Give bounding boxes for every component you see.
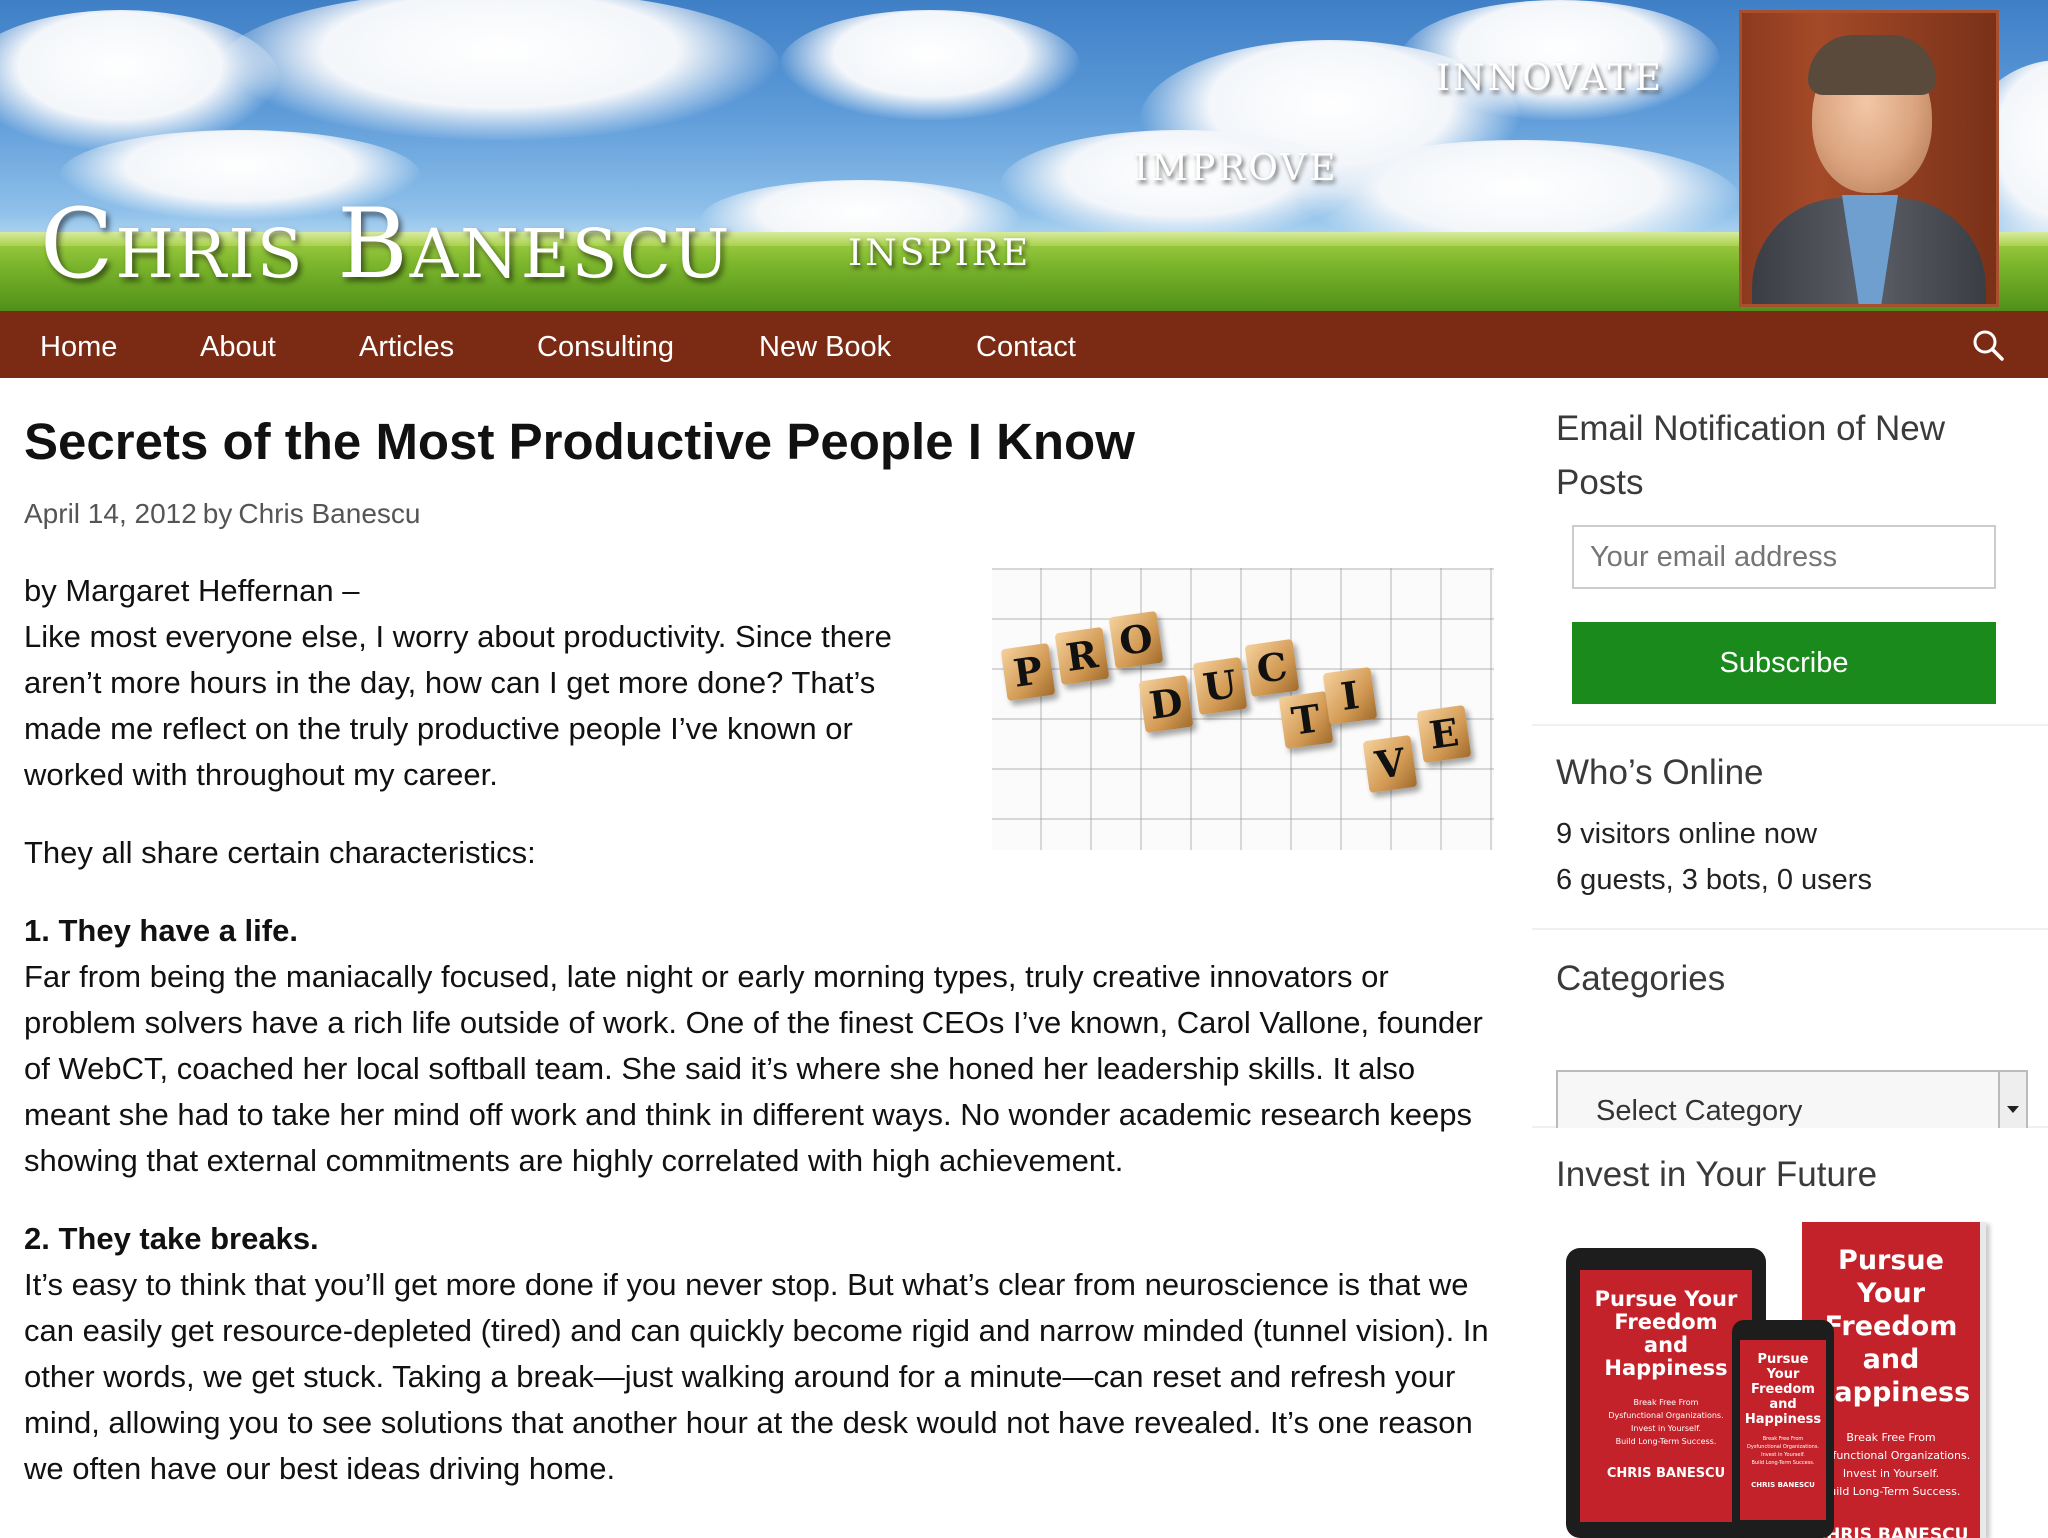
post-author[interactable]: Chris Banescu <box>238 498 420 529</box>
post-title[interactable]: Secrets of the Most Productive People I … <box>24 412 1135 471</box>
tagword-improve: improve <box>1134 133 1339 193</box>
whos-online-widget: Who’s Online 9 visitors online now 6 gue… <box>1532 726 2048 928</box>
book-title-line: Freedom <box>1751 1382 1815 1397</box>
nav-home[interactable]: Home <box>40 331 117 364</box>
nav-new-book[interactable]: New Book <box>759 331 891 364</box>
book-subtitle-line: Invest in Yourself. <box>1631 1424 1701 1433</box>
post-byline: by Margaret Heffernan – <box>24 573 360 608</box>
post-intro: Like most everyone else, I worry about p… <box>24 619 892 792</box>
nav-consulting[interactable]: Consulting <box>537 331 674 364</box>
nav-articles[interactable]: Articles <box>359 331 454 364</box>
book-subtitle-line: Invest in Yourself. <box>1761 1452 1805 1458</box>
post-body: by Margaret Heffernan – Like most everyo… <box>24 568 1504 1524</box>
category-select-value: Select Category <box>1596 1095 1803 1127</box>
sidebar: Email Notification of New Posts Subscrib… <box>1532 378 2048 1538</box>
whos-online-title: Who’s Online <box>1556 753 1764 792</box>
invest-title: Invest in Your Future <box>1556 1155 1878 1194</box>
book-subtitle-line: Dysfunctional Organizations. <box>1746 1444 1820 1450</box>
section-text-1: Far from being the maniacally focused, l… <box>24 959 1483 1178</box>
book-subtitle-line: Build Long-Term Success. <box>1615 1437 1717 1446</box>
online-visitors: 9 visitors online now <box>1556 818 1818 850</box>
online-breakdown: 6 guests, 3 bots, 0 users <box>1556 864 1872 896</box>
post-meta: April 14, 2012 by Chris Banescu <box>24 498 420 530</box>
email-field[interactable] <box>1572 525 1996 589</box>
invest-widget: Invest in Your Future Pursue Your Freedo… <box>1532 1128 2048 1538</box>
book-cover: Pursue Your Freedom and Happiness Break … <box>1580 1270 1752 1522</box>
book-cover: Pursue Your Freedom and Happiness Break … <box>1740 1340 1826 1520</box>
search-icon[interactable] <box>1972 329 2004 361</box>
categories-widget: Categories Select Category <box>1532 930 2048 1152</box>
main-nav: Home About Articles Consulting New Book … <box>0 311 2048 378</box>
post-share: They all share certain characteristics: <box>24 835 536 870</box>
book-author: CHRIS BANESCU <box>1606 1466 1726 1481</box>
book-title-line: Pursue Your <box>1757 1352 1809 1382</box>
email-widget-title: Email Notification of New Posts <box>1556 409 1946 502</box>
book-title-line: Happiness <box>1744 1412 1822 1427</box>
book-title-line: Happiness <box>1604 1356 1728 1380</box>
book-subtitle-line: Build Long-Term Success. <box>1751 1460 1815 1466</box>
section-heading-2: 2. They take breaks. <box>24 1221 319 1256</box>
cloud <box>780 10 1080 120</box>
post-date[interactable]: April 14, 2012 <box>24 498 197 529</box>
section-heading-1: 1. They have a life. <box>24 913 298 948</box>
book-title-line: Pursue Your <box>1594 1287 1738 1311</box>
portrait-hair <box>1808 35 1936 95</box>
book-subtitle-line: Break Free From <box>1762 1436 1804 1442</box>
nav-about[interactable]: About <box>200 331 276 364</box>
book-author: CHRIS BANESCU <box>1751 1481 1815 1489</box>
categories-title: Categories <box>1556 959 1726 998</box>
section-text-2: It’s easy to think that you’ll get more … <box>24 1267 1489 1486</box>
header-banner: Chris Banescu inspire improve innovate <box>0 0 2048 311</box>
post-by: by <box>202 498 233 529</box>
book-subtitle-line: Dysfunctional Organizations. <box>1608 1411 1724 1420</box>
nav-contact[interactable]: Contact <box>976 331 1076 364</box>
tagword-inspire: inspire <box>848 218 1032 278</box>
book-title-line: Pursue Your <box>1838 1245 1944 1309</box>
book-title-line: and <box>1643 1333 1689 1357</box>
book-title-line: Freedom <box>1614 1310 1718 1334</box>
book-phone[interactable]: Pursue Your Freedom and Happiness Break … <box>1732 1320 1834 1538</box>
subscribe-button[interactable]: Subscribe <box>1572 622 1996 704</box>
book-title-line: and <box>1769 1397 1797 1412</box>
email-widget: Email Notification of New Posts Subscrib… <box>1532 378 2048 724</box>
cloud <box>220 0 780 140</box>
book-subtitle-line: Break Free From <box>1633 1398 1699 1407</box>
tagword-innovate: innovate <box>1436 43 1664 103</box>
author-portrait <box>1739 10 1999 307</box>
site-title[interactable]: Chris Banescu <box>40 188 731 300</box>
